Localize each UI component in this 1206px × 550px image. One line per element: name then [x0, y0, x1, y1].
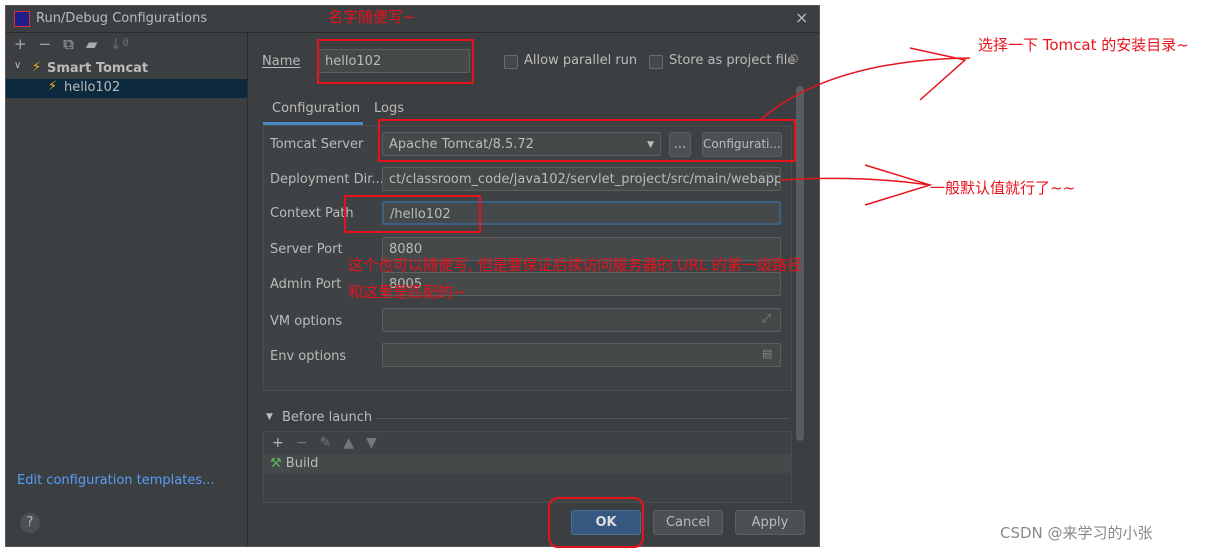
annotation-arrows [759, 47, 971, 206]
copy-icon[interactable]: ⧉ [63, 35, 74, 53]
tree-group-smart-tomcat[interactable]: ∨ ⚡ Smart Tomcat [6, 59, 247, 79]
deployment-dir-label: Deployment Dir... [270, 172, 384, 187]
build-label: Build [285, 456, 319, 471]
move-up-icon[interactable]: ▲ [343, 435, 354, 451]
tomcat-icon: ⚡ [48, 79, 58, 94]
deployment-dir-input[interactable]: ct/classroom_code/java102/servlet_projec… [382, 167, 781, 191]
intellij-icon [14, 11, 30, 27]
clipboard-icon[interactable]: ▤ [762, 347, 772, 360]
annotation-context-line1: 这个也可以随便写, 但是要保证后续访问服务器的 URL 的第一级路径 [348, 256, 802, 274]
vm-options-label: VM options [270, 314, 343, 329]
annotation-box-tomcat [378, 119, 796, 162]
edit-icon[interactable]: ✎ [319, 435, 331, 451]
chevron-down-icon: ∨ [14, 60, 22, 71]
sort-icon[interactable]: ↓ª [109, 35, 129, 53]
env-options-input[interactable] [382, 343, 781, 367]
tomcat-server-label: Tomcat Server [270, 137, 364, 152]
allow-parallel-label: Allow parallel run [524, 53, 638, 68]
watermark: CSDN @来学习的小张 [1000, 524, 1153, 542]
annotation-name: 名字随便写~ [328, 8, 416, 26]
config-tree-panel: + − ⧉ ▰ ↓ª ∨ ⚡ Smart Tomcat ⚡ hello102 E… [6, 33, 248, 546]
edit-templates-link[interactable]: Edit configuration templates... [17, 473, 215, 488]
folder-icon[interactable]: ▰ [86, 35, 98, 53]
add-icon[interactable]: + [14, 35, 27, 53]
allow-parallel-checkbox[interactable] [504, 55, 518, 69]
expand-icon[interactable]: ⤢ [762, 312, 771, 326]
move-down-icon[interactable]: ▼ [366, 435, 377, 451]
apply-button[interactable]: Apply [735, 510, 805, 535]
divider [376, 418, 790, 419]
annotation-box-ok [548, 497, 644, 548]
tab-configuration[interactable]: Configuration [272, 101, 360, 116]
chevron-down-icon[interactable]: ▼ [266, 412, 273, 422]
tree-group-label: Smart Tomcat [47, 61, 149, 76]
tree-item-label: hello102 [64, 80, 121, 95]
tree-item-hello102[interactable]: ⚡ hello102 [6, 79, 247, 98]
annotation-box-context [344, 195, 481, 233]
server-port-label: Server Port [270, 242, 343, 257]
annotation-tomcat: 选择一下 Tomcat 的安装目录~ [978, 36, 1189, 54]
add-icon[interactable]: + [272, 435, 284, 451]
env-options-label: Env options [270, 349, 347, 364]
remove-icon[interactable]: − [296, 435, 308, 451]
context-path-label: Context Path [270, 206, 354, 221]
close-icon[interactable]: × [795, 8, 808, 27]
vm-options-input[interactable] [382, 308, 781, 332]
admin-port-label: Admin Port [270, 277, 342, 292]
run-debug-dialog: Run/Debug Configurations × + − ⧉ ▰ ↓ª ∨ … [5, 5, 820, 547]
store-project-checkbox[interactable] [649, 55, 663, 69]
before-launch-label: Before launch [282, 410, 373, 425]
hammer-icon: ⚒ [270, 456, 282, 471]
tab-logs[interactable]: Logs [374, 101, 404, 116]
annotation-context-line2: 和这里是匹配的~ [348, 283, 466, 301]
cancel-button[interactable]: Cancel [653, 510, 723, 535]
annotation-box-name [317, 39, 474, 84]
window-title: Run/Debug Configurations [36, 11, 208, 26]
before-launch-panel: + − ✎ ▲ ▼ ⚒ Build [263, 431, 792, 503]
remove-icon[interactable]: − [39, 35, 52, 53]
name-label: Name [262, 54, 301, 69]
help-button[interactable]: ? [20, 513, 40, 533]
build-task-item[interactable]: ⚒ Build [264, 454, 791, 473]
tomcat-icon: ⚡ [32, 60, 42, 75]
